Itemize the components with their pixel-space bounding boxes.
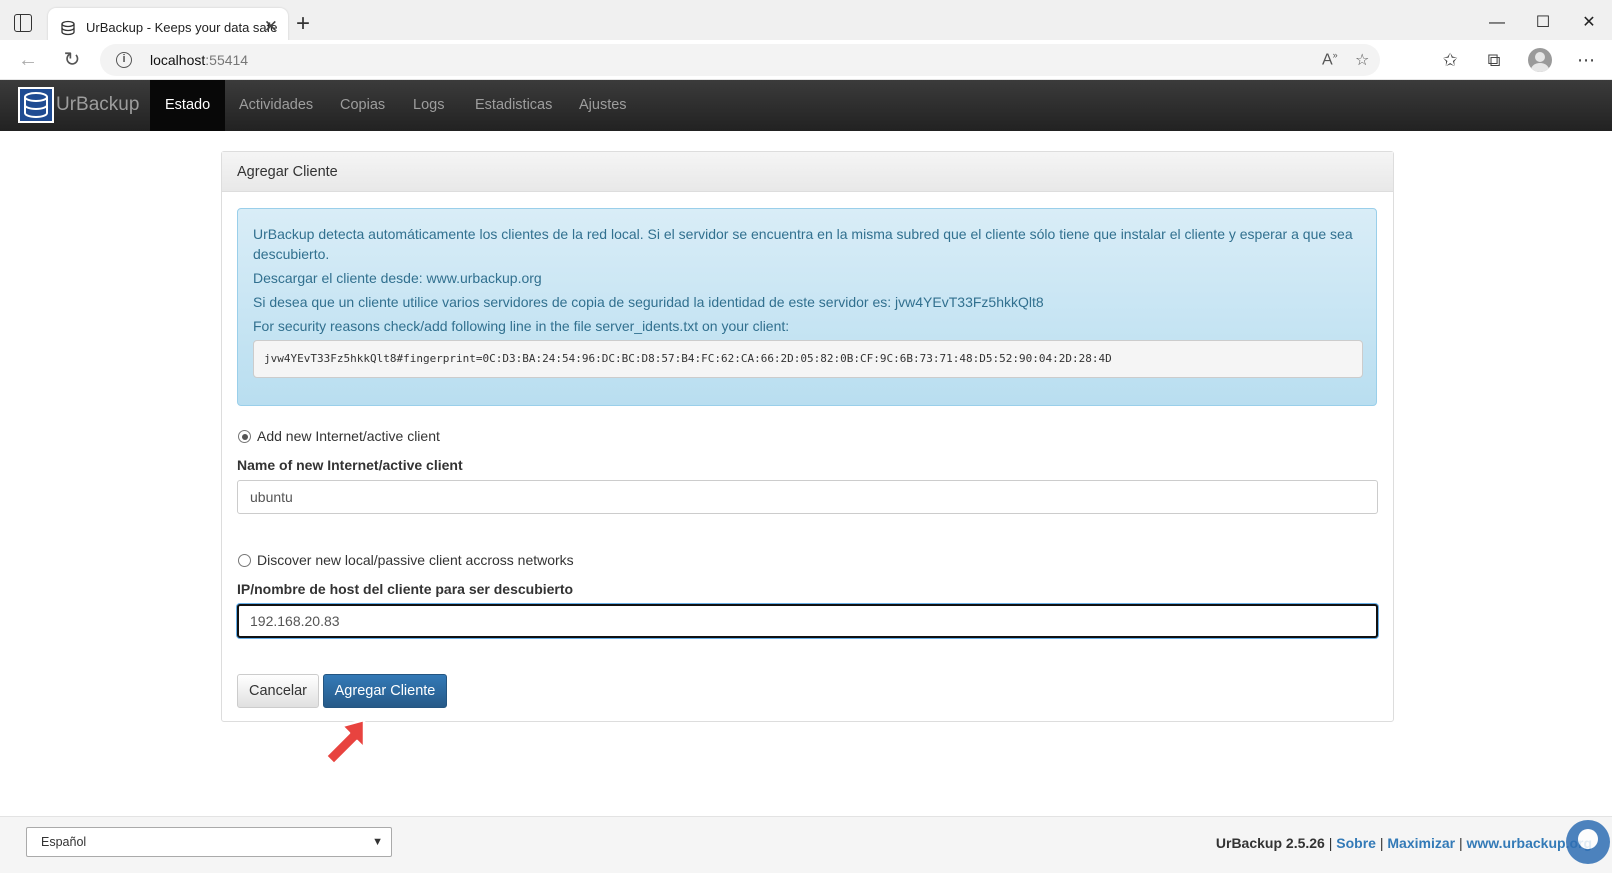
add-client-button[interactable]: Agregar Cliente (323, 674, 447, 708)
nav-ajustes[interactable]: Ajustes (564, 80, 642, 131)
about-link[interactable]: Sobre (1336, 835, 1376, 851)
urbackup-logo-icon (18, 87, 54, 123)
add-client-panel: Agregar Cliente UrBackup detecta automát… (221, 151, 1394, 722)
cancel-button[interactable]: Cancelar (237, 674, 319, 708)
panel-header: Agregar Cliente (222, 152, 1393, 192)
footer-links: UrBackup 2.5.26 | Sobre | Maximizar | ww… (1216, 835, 1592, 851)
database-favicon-icon (61, 20, 75, 36)
maximize-icon[interactable]: ☐ (1528, 10, 1558, 36)
nav-estado[interactable]: Estado (150, 80, 226, 131)
local-client-host-label: IP/nombre de host del cliente para ser d… (237, 581, 574, 597)
language-select-value: Español (41, 835, 87, 849)
new-tab-icon[interactable]: + (296, 12, 310, 36)
language-select[interactable]: Español ▼ (26, 827, 392, 857)
refresh-icon[interactable]: ↻ (60, 48, 84, 72)
more-options-icon[interactable]: ⋯ (1574, 48, 1598, 72)
browser-address-bar: ← ↻ i localhost:55414 A» ☆ ✩ ⧉ ⋯ (0, 40, 1612, 80)
watermark-logo-icon (1566, 820, 1610, 864)
nav-actividades[interactable]: Actividades (224, 80, 328, 131)
chevron-down-icon: ▼ (372, 836, 383, 848)
nav-logs[interactable]: Logs (398, 80, 459, 131)
brand-name: UrBackup (56, 94, 140, 115)
version-text: UrBackup 2.5.26 (1215, 835, 1325, 851)
local-client-host-input[interactable]: 192.168.20.83 (237, 604, 1378, 638)
internet-client-radio-label[interactable]: Add new Internet/active client (257, 428, 440, 444)
app-navbar: UrBackup Estado Actividades Copias Logs … (0, 80, 1612, 131)
annotation-arrow-icon (324, 718, 366, 766)
favorites-icon[interactable]: ✩ (1438, 48, 1462, 72)
panel-title: Agregar Cliente (237, 164, 338, 180)
local-client-radio[interactable] (238, 554, 251, 567)
footer-separator: | (1375, 835, 1388, 851)
local-client-radio-label[interactable]: Discover new local/passive client accros… (257, 552, 574, 568)
info-text-security: For security reasons check/add following… (253, 318, 790, 334)
profile-avatar[interactable] (1528, 48, 1552, 72)
fingerprint-code[interactable]: jvw4YEvT33Fz5hkkQlt8#fingerprint=0C:D3:B… (253, 340, 1363, 378)
window-close-icon[interactable]: ✕ (1574, 10, 1604, 36)
read-aloud-icon[interactable]: A» (1322, 50, 1338, 69)
info-alert: UrBackup detecta automáticamente los cli… (237, 208, 1377, 406)
internet-client-name-label: Name of new Internet/active client (237, 457, 463, 473)
info-text-identity: Si desea que un cliente utilice varios s… (253, 294, 1044, 310)
tab-actions-icon[interactable] (14, 14, 32, 32)
site-info-icon[interactable]: i (116, 52, 132, 68)
nav-copias[interactable]: Copias (325, 80, 400, 131)
footer-separator: | (1324, 835, 1337, 851)
nav-estadisticas[interactable]: Estadisticas (460, 80, 567, 131)
app-footer: Español ▼ UrBackup 2.5.26 | Sobre | Maxi… (0, 816, 1612, 873)
minimize-icon[interactable]: — (1482, 10, 1512, 36)
url-text: localhost:55414 (150, 52, 249, 68)
internet-client-name-input[interactable]: ubuntu (237, 480, 1378, 514)
footer-separator: | (1455, 835, 1467, 851)
url-box[interactable]: i localhost:55414 A» ☆ (100, 44, 1380, 76)
tab-title: UrBackup - Keeps your data safe (86, 20, 278, 35)
add-favorite-icon[interactable]: ☆ (1355, 50, 1369, 70)
info-text-download: Descargar el cliente desde: www.urbackup… (253, 270, 542, 286)
internet-client-radio[interactable] (238, 430, 251, 443)
tab-close-icon[interactable]: ✕ (264, 18, 278, 36)
collections-icon[interactable]: ⧉ (1482, 48, 1506, 72)
maximize-link[interactable]: Maximizar (1387, 835, 1455, 851)
info-text-discovery: UrBackup detecta automáticamente los cli… (253, 226, 1353, 262)
back-arrow-icon[interactable]: ← (16, 48, 40, 72)
